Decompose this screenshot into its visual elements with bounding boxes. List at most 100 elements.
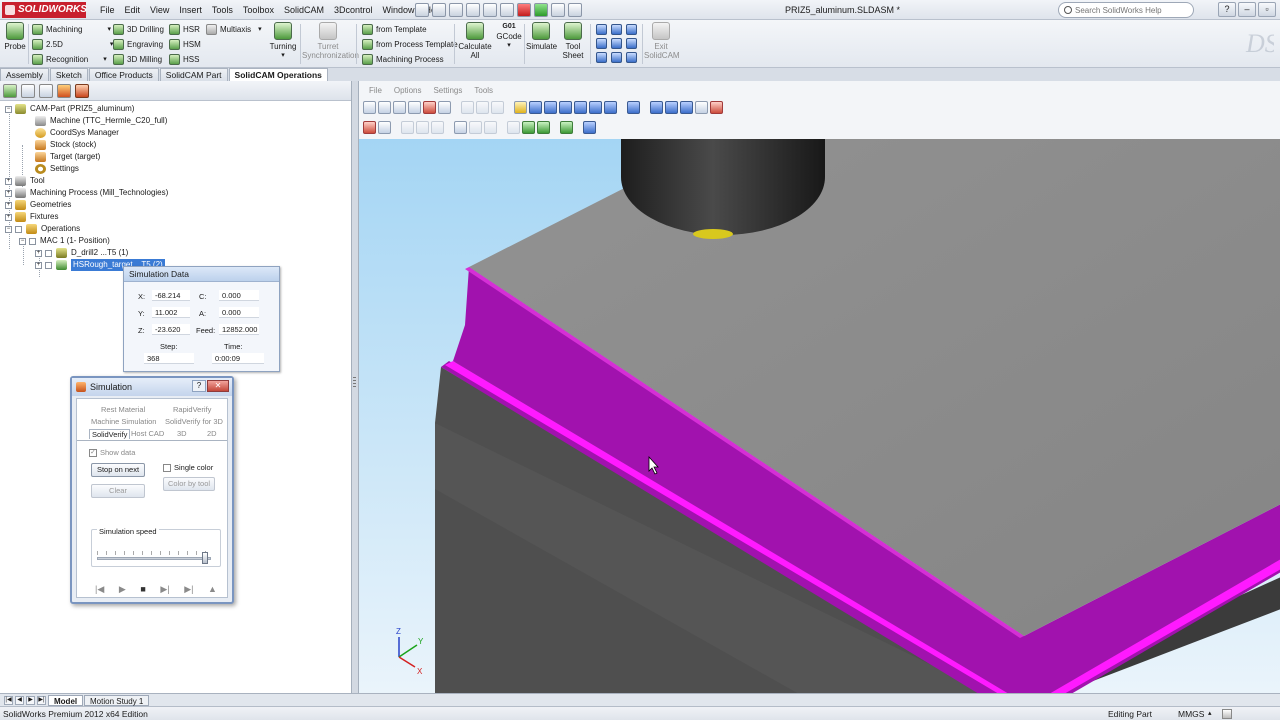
sim-step-icon[interactable] [469,121,482,134]
hidden-lines-icon[interactable] [491,101,504,114]
status-units[interactable]: MMGS [1178,707,1204,720]
turning-button[interactable]: Turning ▾ [268,22,298,60]
simulate-button[interactable]: Simulate [526,22,557,51]
tab-solidverify[interactable]: SolidVerify [89,429,131,439]
minimize-icon[interactable]: – [1238,2,1256,17]
prev-tab-icon[interactable]: ◀ [15,696,24,705]
expand-icon[interactable]: + [5,201,12,209]
expand-icon[interactable]: + [5,213,12,221]
last-tab-icon[interactable]: ▶| [37,696,46,705]
speed-slider[interactable] [97,557,211,560]
shaded-icon[interactable] [461,101,474,114]
calculate-all-button[interactable]: Calculate All [458,22,492,60]
single-color-checkbox[interactable]: Single color [163,463,213,472]
file-properties-icon[interactable] [551,3,565,17]
menu-toolbox[interactable]: Toolbox [238,0,279,20]
tree-operations[interactable]: − Operations [5,223,80,235]
view-dimetric-icon[interactable] [611,52,622,63]
collapse-icon[interactable]: − [19,237,26,245]
save-icon[interactable] [449,3,463,17]
menu-3dcontrol[interactable]: 3Dcontrol [329,0,378,20]
from-template-button[interactable]: from Template [362,24,427,35]
light-bulb-icon[interactable] [514,101,527,114]
view-left-icon[interactable] [626,24,637,35]
op-hsrough-checkbox[interactable] [45,261,52,269]
tab-motion-study[interactable]: Motion Study 1 [84,695,150,706]
drilling3d-button[interactable]: 3D Drilling [113,24,164,35]
vp-menu-options[interactable]: Options [388,84,428,98]
machining-process-button[interactable]: Machining Process [362,54,444,65]
tree-machine[interactable]: Machine (TTC_Hermle_C20_full) [35,115,167,127]
pan-icon[interactable] [393,101,406,114]
simulation-dialog-titlebar[interactable]: Simulation ? ✕ [72,378,232,396]
display-transparent-icon[interactable] [665,101,678,114]
tree-target[interactable]: Target (target) [35,151,100,163]
tree-fixtures[interactable]: + Fixtures [5,211,58,223]
menu-view[interactable]: View [145,0,174,20]
tab-solidcam-operations[interactable]: SolidCAM Operations [228,68,328,81]
hss-button[interactable]: HSS [169,54,199,65]
wireframe-icon[interactable] [476,101,489,114]
open-icon[interactable] [432,3,446,17]
tab-2d[interactable]: 2D [207,429,217,438]
display-solid-icon[interactable] [650,101,663,114]
view-top-icon[interactable] [559,101,572,114]
solidcam-manager-icon[interactable] [75,84,89,98]
view-bottom-icon[interactable] [604,101,617,114]
gcode-button[interactable]: G01 GCode ▾ [496,22,522,50]
sim-section-icon[interactable] [507,121,520,134]
tree-coordsys[interactable]: CoordSys Manager [35,127,119,139]
menu-window[interactable]: Window [378,0,420,20]
help-button[interactable]: ? [192,380,206,392]
menu-insert[interactable]: Insert [174,0,207,20]
engraving-button[interactable]: Engraving [113,39,163,50]
3d-scene[interactable]: Z Y X [359,139,1280,693]
expand-icon[interactable]: + [5,189,12,197]
zoom-in-out-icon[interactable] [423,101,436,114]
probe-button[interactable]: Probe [4,22,26,51]
mac1-checkbox[interactable] [29,237,36,245]
feature-manager-icon[interactable] [3,84,17,98]
vp-menu-file[interactable]: File [363,84,388,98]
multiaxis-button[interactable]: Multiaxis ▾ [206,24,262,35]
machining-button[interactable]: Machining ▾ [32,24,111,35]
tab-3d[interactable]: 3D [177,429,187,438]
status-help-icon[interactable] [1222,709,1232,719]
stop-on-next-button[interactable]: Stop on next [91,463,145,477]
collapse-icon[interactable]: − [5,105,12,113]
view-back-icon[interactable] [611,24,622,35]
options-gear-icon[interactable] [568,3,582,17]
tree-cam-part[interactable]: − CAM-Part (PRIZ5_aluminum) [5,103,134,115]
tree-mac1[interactable]: − MAC 1 (1- Position) [19,235,110,247]
display-edges-icon[interactable] [680,101,693,114]
sim-compare-icon[interactable] [416,121,429,134]
tab-rest-material[interactable]: Rest Material [101,405,145,414]
from-process-template-button[interactable]: from Process Template [362,39,458,50]
zoom-window-icon[interactable] [363,101,376,114]
tool-sheet-button[interactable]: Tool Sheet [560,22,586,60]
first-tab-icon[interactable]: |◀ [4,696,13,705]
traffic-light-icon[interactable] [534,3,548,17]
select-arrow-icon[interactable] [438,101,451,114]
display-manager-icon[interactable] [57,84,71,98]
sim-measure-icon[interactable] [484,121,497,134]
step-forward-icon[interactable]: ▶| [160,584,169,595]
menu-edit[interactable]: Edit [120,0,146,20]
view-front-icon[interactable] [544,101,557,114]
tab-assembly[interactable]: Assembly [0,68,49,81]
expand-icon[interactable]: + [35,261,42,269]
sim-stock-icon[interactable] [560,121,573,134]
units-chevron-icon[interactable]: ▴ [1208,707,1212,720]
solidworks-logo[interactable]: SOLIDWORKS [2,2,87,18]
tab-solidverify-3d[interactable]: SolidVerify for 3D [165,417,223,426]
go-to-end-icon[interactable]: ▶| [184,584,193,595]
view-right-icon[interactable] [574,101,587,114]
select-icon[interactable] [500,3,514,17]
view-bottom-icon[interactable] [626,38,637,49]
new-document-icon[interactable] [415,3,429,17]
menu-tools[interactable]: Tools [207,0,238,20]
sim-mode-icon[interactable] [363,121,376,134]
view-iso-icon[interactable] [529,101,542,114]
view-top-icon[interactable] [611,38,622,49]
color-by-tool-button[interactable]: Color by tool [163,477,215,491]
